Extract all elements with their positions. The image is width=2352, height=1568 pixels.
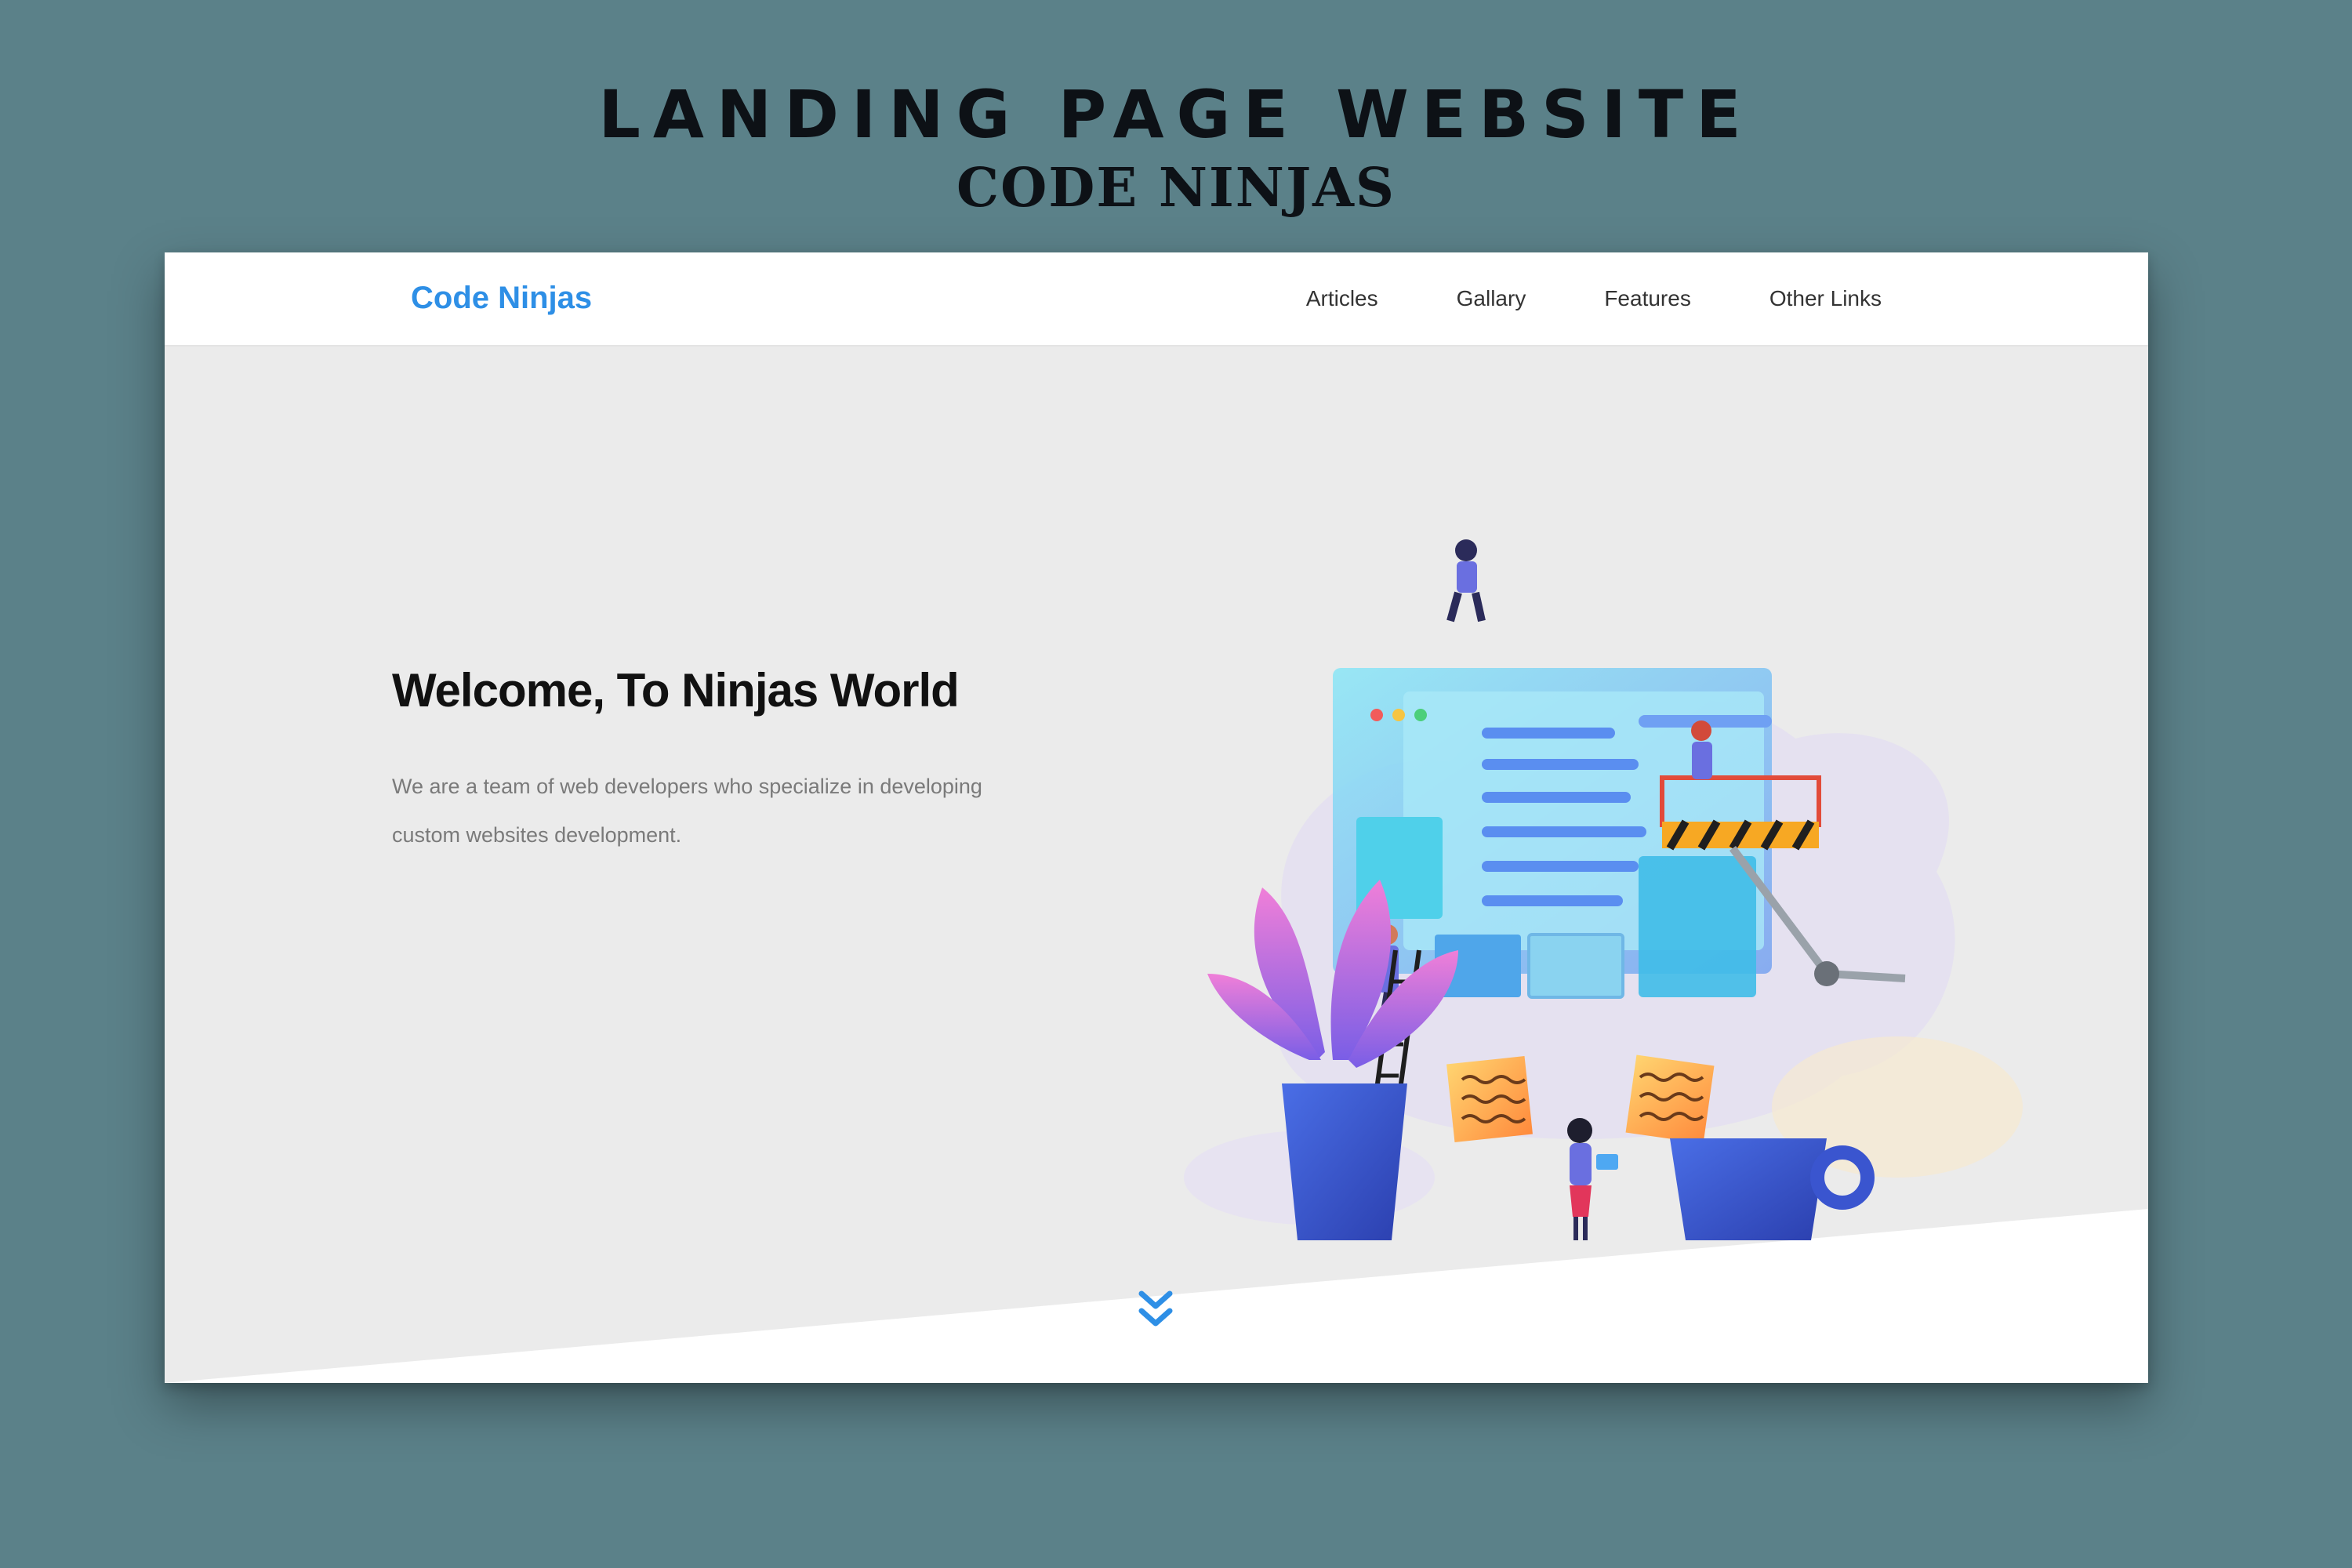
nav-link-gallary[interactable]: Gallary [1457,286,1526,310]
hero-illustration [1184,539,2023,1240]
nav-links: Articles Gallary Features Other Links [1306,252,1882,345]
nav-link-other-links[interactable]: Other Links [1769,286,1882,310]
nav-link-articles[interactable]: Articles [1306,286,1378,310]
brand-logo[interactable]: Code Ninjas [411,276,592,320]
poster-subtitle: CODE NINJAS [956,157,1396,220]
double-chevron-down-icon[interactable] [1137,1287,1174,1331]
navbar: Code Ninjas Articles Gallary Features Ot… [165,252,2148,347]
hero-heading: Welcome, To Ninjas World [392,664,960,717]
hero-description: We are a team of web developers who spec… [392,775,982,847]
website-screenshot: Code Ninjas Articles Gallary Features Ot… [165,252,2148,1383]
nav-link-features[interactable]: Features [1604,286,1691,310]
poster-title: LANDING PAGE WEBSITE [598,76,1754,153]
